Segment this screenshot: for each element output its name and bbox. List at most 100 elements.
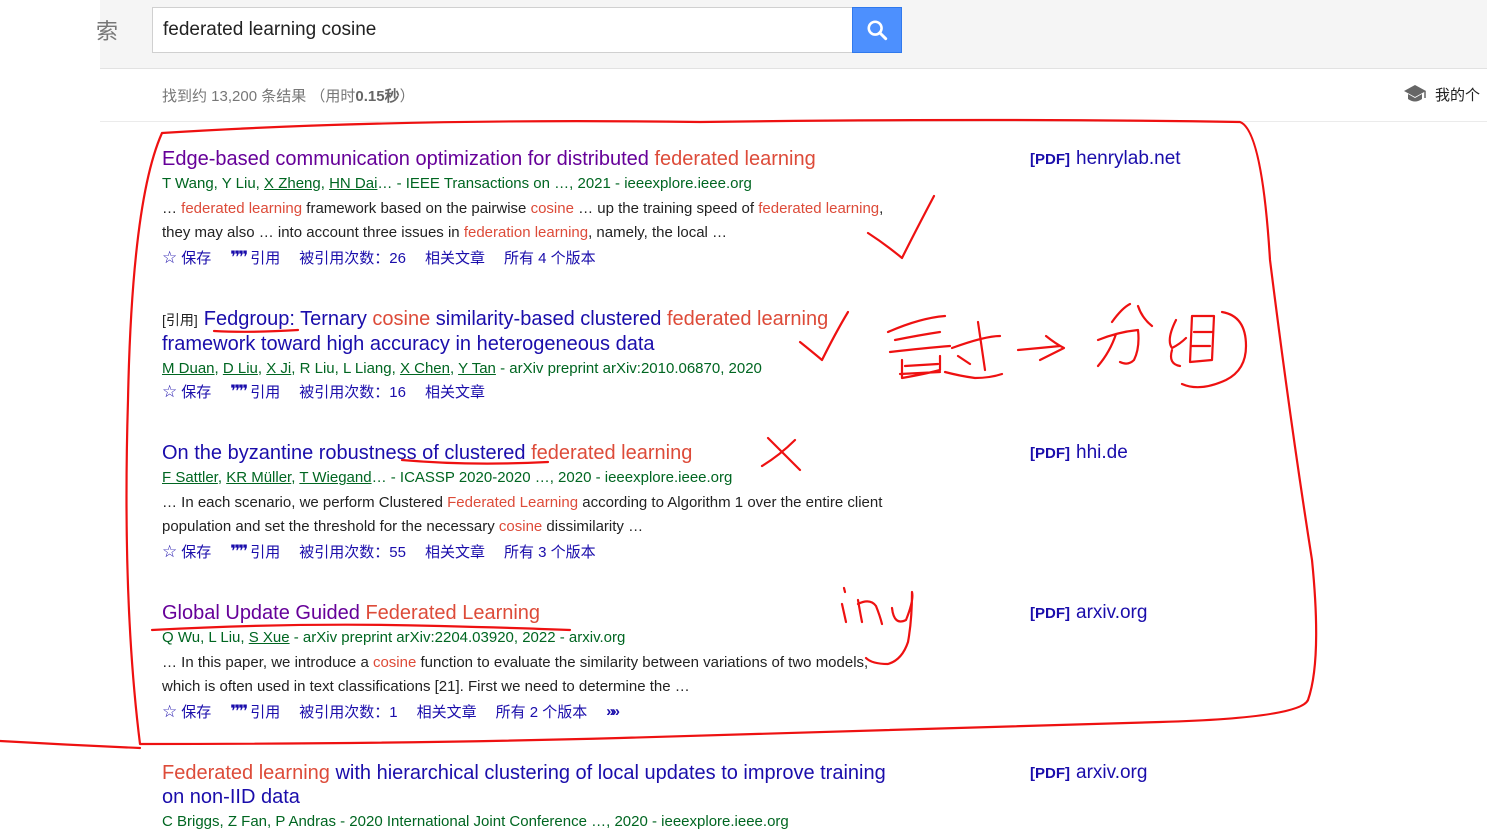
logo-fragment[interactable]: 索: [96, 14, 118, 46]
action-label: 相关文章: [424, 384, 485, 401]
action-2[interactable]: 被引用次数：16: [299, 381, 406, 402]
handwriting-kanguo: [886, 314, 1004, 380]
star-icon: ☆: [162, 247, 178, 267]
pdf-link[interactable]: [PDF] arxiv.org: [1030, 762, 1147, 784]
action-4[interactable]: 所有 3 个版本: [504, 541, 596, 562]
author-link[interactable]: T Wiegand: [299, 469, 371, 486]
title-text: Fedgroup: Ternary: [203, 308, 373, 330]
author-text: T Wang, Y Liu,: [162, 175, 265, 192]
snippet-text: , namely, the local …: [588, 224, 728, 241]
result-item: Federated learning with hierarchical clu…: [162, 761, 892, 832]
snippet-text: Federated Learning: [447, 494, 579, 511]
action-1[interactable]: ❞❞ 引用: [230, 541, 280, 562]
author-text: C Briggs, Z Fan, P Andras - 2020 Interna…: [162, 813, 789, 830]
author-link[interactable]: S Xue: [249, 629, 290, 646]
snippet-text: … In this paper, we introduce a: [162, 654, 373, 671]
action-2[interactable]: 被引用次数：1: [299, 701, 397, 722]
action-label: 被引用次数：55: [299, 544, 406, 561]
author-link[interactable]: Y Tan: [458, 360, 496, 377]
author-text: ,: [214, 360, 223, 377]
header-divider: [100, 121, 1487, 122]
result-title-link[interactable]: Fedgroup: Ternary cosine similarity-base…: [162, 308, 828, 355]
action-4[interactable]: 所有 4 个版本: [504, 247, 596, 268]
result-title-link[interactable]: Global Update Guided Federated Learning: [162, 602, 540, 624]
action-label: 所有 2 个版本: [495, 704, 588, 721]
pdf-domain: arxiv.org: [1076, 762, 1148, 783]
quote-icon: ❞❞: [230, 381, 248, 401]
action-label: 被引用次数：16: [299, 384, 406, 401]
pdf-link[interactable]: [PDF] hhi.de: [1030, 442, 1128, 464]
pdf-link[interactable]: [PDF] arxiv.org: [1030, 602, 1147, 624]
action-label: 保存: [181, 250, 212, 267]
result-stats: 找到约 13,200 条结果 （用时0.15秒）: [162, 88, 415, 105]
pdf-link[interactable]: [PDF] henrylab.net: [1030, 148, 1181, 170]
action-3[interactable]: 相关文章: [425, 381, 485, 402]
result-actions: ☆ 保存 ❞❞ 引用 被引用次数：55 相关文章 所有 3 个版本: [162, 541, 892, 562]
result-authors: C Briggs, Z Fan, P Andras - 2020 Interna…: [162, 812, 892, 832]
action-0[interactable]: ☆ 保存: [162, 541, 211, 562]
title-text: similarity-based clustered: [430, 308, 667, 330]
action-label: 保存: [181, 544, 212, 561]
action-label: 引用: [250, 544, 281, 561]
author-link[interactable]: X Zheng: [264, 175, 321, 192]
action-1[interactable]: ❞❞ 引用: [230, 381, 280, 402]
result-actions: ☆ 保存 ❞❞ 引用 被引用次数：1 相关文章 所有 2 个版本 »»: [162, 701, 892, 722]
title-text: framework toward high accuracy in hetero…: [162, 333, 655, 355]
action-0[interactable]: ☆ 保存: [162, 247, 211, 268]
title-text: federated learning: [531, 442, 693, 464]
snippet-text: federation learning: [463, 224, 589, 241]
my-library-link[interactable]: 我的个: [1403, 83, 1480, 105]
author-link[interactable]: D Liu: [223, 360, 258, 377]
result-title-link[interactable]: Edge-based communication optimization fo…: [162, 148, 816, 170]
action-label: 所有 3 个版本: [503, 544, 596, 561]
action-3[interactable]: 相关文章: [425, 541, 485, 562]
result-actions: ☆ 保存 ❞❞ 引用 被引用次数：26 相关文章 所有 4 个版本: [162, 247, 892, 268]
result-title-link[interactable]: Federated learning with hierarchical clu…: [162, 762, 886, 808]
action-label: 所有 4 个版本: [503, 250, 596, 267]
author-link[interactable]: X Ji: [266, 360, 291, 377]
search-button[interactable]: [852, 7, 902, 53]
result-snippet: … In this paper, we introduce a cosine f…: [162, 651, 892, 699]
action-4[interactable]: 所有 2 个版本: [496, 701, 588, 722]
title-text: Federated learning: [162, 762, 330, 784]
snippet-text: cosine: [530, 200, 574, 217]
action-label: 引用: [250, 250, 281, 267]
author-link[interactable]: HN Dai: [329, 175, 377, 192]
author-text: - arXiv preprint arXiv:2204.03920, 2022 …: [289, 629, 626, 646]
author-text: ,: [257, 360, 267, 377]
title-text: Federated Learning: [365, 602, 541, 624]
search-input[interactable]: [152, 7, 852, 53]
title-text: cosine: [372, 308, 431, 330]
action-3[interactable]: 相关文章: [417, 701, 477, 722]
handwriting-arrow: [1016, 334, 1066, 362]
result-authors: Q Wu, L Liu, S Xue - arXiv preprint arXi…: [162, 628, 892, 648]
action-2[interactable]: 被引用次数：55: [299, 541, 406, 562]
action-3[interactable]: 相关文章: [425, 247, 485, 268]
snippet-text: … In each scenario, we perform Clustered: [162, 494, 448, 511]
pdf-tag: [PDF]: [1030, 765, 1070, 782]
author-text: , R Liu, L Liang,: [291, 360, 400, 377]
pdf-tag: [PDF]: [1030, 151, 1070, 168]
pdf-tag: [PDF]: [1030, 605, 1070, 622]
left-margin: [0, 0, 100, 821]
author-link[interactable]: M Duan: [162, 360, 215, 377]
graduation-cap-icon: [1404, 85, 1426, 102]
result-authors: T Wang, Y Liu, X Zheng, HN Dai… - IEEE T…: [162, 174, 892, 194]
action-0[interactable]: ☆ 保存: [162, 701, 211, 722]
more-icon[interactable]: »»: [606, 703, 620, 720]
snippet-text: dissimilarity …: [542, 518, 644, 535]
result-title-link[interactable]: On the byzantine robustness of clustered…: [162, 442, 692, 464]
result-title: Global Update Guided Federated Learning: [162, 601, 892, 625]
author-link[interactable]: X Chen: [400, 360, 450, 377]
action-1[interactable]: ❞❞ 引用: [230, 247, 280, 268]
star-icon: ☆: [162, 381, 178, 401]
result-authors: F Sattler, KR Müller, T Wiegand… - ICASS…: [162, 468, 892, 488]
action-0[interactable]: ☆ 保存: [162, 381, 211, 402]
author-link[interactable]: F Sattler: [162, 469, 218, 486]
action-2[interactable]: 被引用次数：26: [299, 247, 406, 268]
snippet-text: framework based on the pairwise: [302, 200, 531, 217]
author-text: … - ICASSP 2020-2020 …, 2020 - ieeexplor…: [371, 469, 733, 486]
author-link[interactable]: KR Müller: [226, 469, 291, 486]
action-1[interactable]: ❞❞ 引用: [230, 701, 280, 722]
result-authors: M Duan, D Liu, X Ji, R Liu, L Liang, X C…: [162, 359, 892, 379]
